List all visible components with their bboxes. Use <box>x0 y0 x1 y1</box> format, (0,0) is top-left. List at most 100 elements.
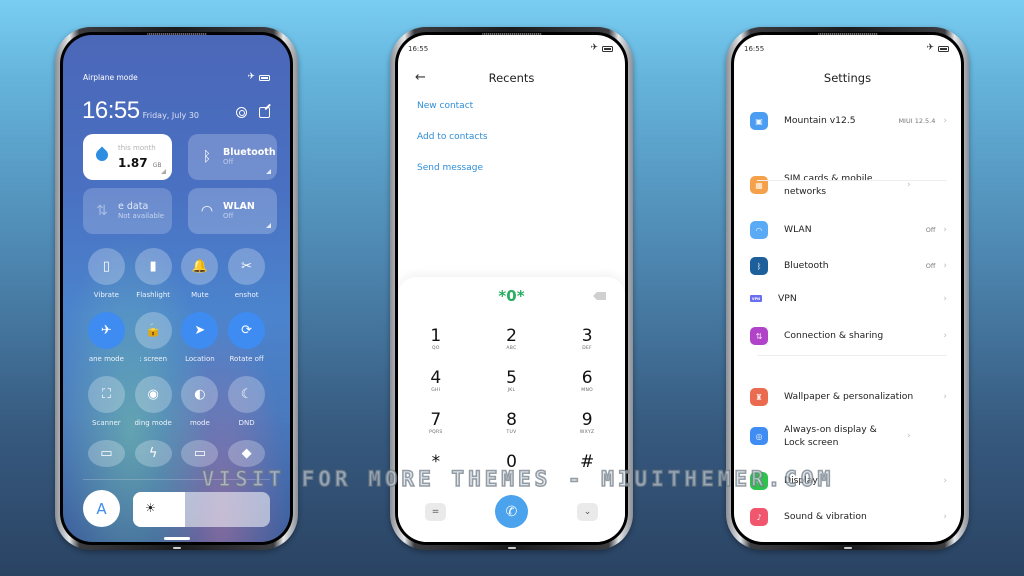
quick-toggle[interactable]: ⟳ Rotate off <box>223 312 270 376</box>
toggle-button[interactable]: 🔒 <box>134 312 172 349</box>
expand-corner-icon <box>266 169 271 174</box>
divider <box>83 479 270 480</box>
divider <box>757 355 947 356</box>
home-indicator[interactable] <box>163 537 190 540</box>
settings-item[interactable]: ▣ Mountain v12.5 MIUI 12.5.4 › <box>750 112 947 130</box>
dial-key[interactable]: 5 JKL <box>474 369 550 400</box>
clock-date[interactable]: Friday, July 30 <box>143 111 199 120</box>
toggle-label: enshot <box>234 291 259 299</box>
toggle-button[interactable]: ϟ <box>134 440 172 467</box>
dial-key[interactable]: 3 DEF <box>549 327 625 358</box>
toggle-label: : screen <box>139 355 168 363</box>
dial-key[interactable]: 8 TUV <box>474 411 550 442</box>
rotate-lock-icon: ⟳ <box>241 323 253 338</box>
wifi-icon: ◠ <box>750 221 768 239</box>
cast-screen-icon: ▭ <box>193 445 207 461</box>
key-digit: 6 <box>581 368 593 388</box>
bluetooth-tile[interactable]: ᛒ Bluetooth Off <box>188 134 277 180</box>
dial-key[interactable]: 0 + <box>474 453 550 484</box>
settings-item[interactable]: ◎ Always-on display & Lock screen › <box>750 423 947 450</box>
clock-time[interactable]: 16:55 <box>82 97 140 125</box>
settings-item[interactable]: ♜ Wallpaper & personalization › <box>750 388 947 406</box>
settings-item[interactable]: ✳ Display › <box>750 472 947 490</box>
quick-toggle[interactable]: ▯ Vibrate <box>83 248 130 312</box>
toggle-button[interactable]: ➤ <box>181 312 219 349</box>
bell-icon: 🔔 <box>191 259 208 274</box>
toggle-button[interactable]: ⛶ <box>87 376 125 413</box>
toggle-label: Flashlight <box>136 291 171 299</box>
mobile-data-usage-tile[interactable]: this month 1.87 GB <box>83 134 172 180</box>
quick-toggle[interactable]: ➤ Location <box>177 312 224 376</box>
top-bar: ← Recents <box>398 68 625 88</box>
lock-icon: 🔒 <box>145 323 162 338</box>
quick-toggle[interactable]: ◆ <box>223 440 270 480</box>
settings-item[interactable]: VPN VPN › <box>750 292 947 305</box>
screenshot-icon: ✂ <box>241 259 253 274</box>
quick-toggle[interactable]: ◉ ding mode <box>130 376 177 440</box>
new-contact-link[interactable]: New contact <box>417 101 473 111</box>
quick-toggle[interactable]: ✂ enshot <box>223 248 270 312</box>
edit-icon[interactable] <box>259 107 270 118</box>
wlan-tile[interactable]: ◠ WLAN Off <box>188 188 277 234</box>
quick-toggle[interactable]: ϟ <box>130 440 177 480</box>
call-button[interactable]: ✆ <box>495 495 528 528</box>
status-bar: 16:55 ✈ <box>408 44 613 53</box>
quick-toggle[interactable]: 🔔 Mute <box>177 248 224 312</box>
quick-toggle[interactable]: 🔒 : screen <box>130 312 177 376</box>
quick-toggle[interactable]: ✈ ane mode <box>83 312 130 376</box>
toggle-button[interactable]: 🔔 <box>181 248 219 285</box>
settings-item[interactable]: ⇅ Connection & sharing › <box>750 327 947 345</box>
key-letters: QO <box>431 345 440 351</box>
send-message-link[interactable]: Send message <box>417 163 483 173</box>
add-to-contacts-link[interactable]: Add to contacts <box>417 132 488 142</box>
settings-item[interactable]: ♪ Sound & vibration › <box>750 508 947 526</box>
menu-button[interactable]: = <box>425 502 446 521</box>
auto-brightness-button[interactable]: A <box>83 490 120 527</box>
dial-key[interactable]: 9 WXYZ <box>549 411 625 442</box>
chevron-right-icon: › <box>943 293 947 304</box>
toggle-button[interactable]: ◉ <box>134 376 172 413</box>
quick-toggle[interactable]: ▭ <box>83 440 130 480</box>
chevron-right-icon: › <box>943 392 947 402</box>
mobile-data-tile[interactable]: ⇅ e data Not available <box>83 188 172 234</box>
quick-toggle[interactable]: ◐ mode <box>177 376 224 440</box>
toggle-button[interactable]: ▭ <box>181 440 219 467</box>
toggle-button[interactable]: ✂ <box>228 248 266 285</box>
settings-item[interactable]: ◠ WLAN Off › <box>750 221 947 239</box>
quick-toggle[interactable]: ▮ Flashlight <box>130 248 177 312</box>
chevron-right-icon: › <box>943 476 947 486</box>
toggle-button[interactable]: ◆ <box>228 440 266 467</box>
phone-control-center: Airplane mode ✈ 16:55 Friday, July 30 th… <box>55 27 298 550</box>
dial-key[interactable]: 4 GHI <box>398 369 474 400</box>
eye-icon: ◉ <box>147 387 159 402</box>
earpiece-speaker <box>481 33 542 35</box>
toggle-button[interactable]: ▮ <box>134 248 172 285</box>
toggle-button[interactable]: ✈ <box>87 312 125 349</box>
toggle-button[interactable]: ▭ <box>87 440 125 467</box>
quick-toggle[interactable]: ☾ DND <box>223 376 270 440</box>
settings-item[interactable]: ᛒ Bluetooth Off › <box>750 257 947 275</box>
gear-icon[interactable] <box>236 107 247 118</box>
dial-key[interactable]: * <box>398 453 474 484</box>
brightness-slider[interactable]: ☀ <box>133 492 270 527</box>
chevron-down-icon: ⌄ <box>583 506 592 517</box>
dial-key[interactable]: 6 MNO <box>549 369 625 400</box>
toggle-button[interactable]: ◐ <box>181 376 219 413</box>
settings-item[interactable]: ▦ SIM cards & mobile networks › <box>750 172 947 199</box>
dial-key[interactable]: # <box>549 453 625 484</box>
lightning-icon: ϟ <box>148 445 158 461</box>
dial-key[interactable]: 7 PQRS <box>398 411 474 442</box>
key-digit: 2 <box>506 326 517 346</box>
toggle-button[interactable]: ⟳ <box>228 312 266 349</box>
key-digit: 9 <box>581 410 593 430</box>
quick-toggle[interactable]: ▭ <box>177 440 224 480</box>
collapse-keypad-button[interactable]: ⌄ <box>577 502 598 521</box>
back-arrow-icon[interactable]: ← <box>415 70 426 85</box>
chevron-right-icon: › <box>907 431 911 442</box>
tile-status: Off <box>223 158 234 167</box>
toggle-button[interactable]: ☾ <box>228 376 266 413</box>
quick-toggle[interactable]: ⛶ Scanner <box>83 376 130 440</box>
toggle-button[interactable]: ▯ <box>87 248 125 285</box>
dial-key[interactable]: 1 QO <box>398 327 474 358</box>
dial-key[interactable]: 2 ABC <box>474 327 550 358</box>
